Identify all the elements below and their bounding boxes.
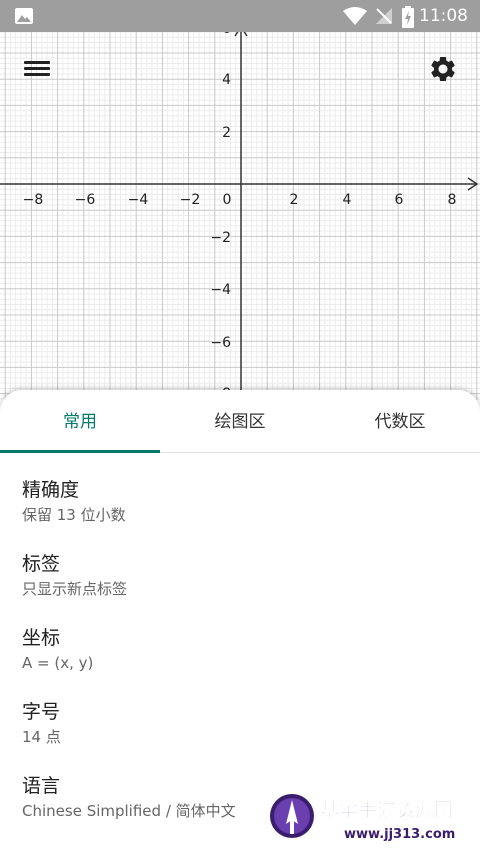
- y-tick-label: 4: [222, 72, 231, 88]
- x-tick-label: −8: [23, 192, 44, 208]
- setting-title: 精确度: [22, 479, 80, 501]
- x-tick-label: 2: [290, 192, 299, 208]
- setting-value: 14 点: [22, 728, 61, 746]
- menu-button[interactable]: [24, 58, 50, 80]
- grid-minor-lines: [0, 0, 480, 400]
- y-tick-label: −2: [210, 230, 231, 246]
- setting-font-size[interactable]: 字号 14 点: [22, 700, 462, 746]
- settings-sheet: 常用 绘图区 代数区 精确度 保留 13 位小数 标签 只显示新点标签 坐标 A…: [0, 390, 480, 854]
- watermark-url: www.jj313.com: [344, 827, 455, 842]
- y-tick-label: −6: [210, 335, 231, 351]
- gear-icon[interactable]: [428, 54, 458, 84]
- image-notification-icon: [15, 8, 33, 24]
- y-tick-label: 2: [222, 125, 231, 141]
- setting-title: 字号: [22, 701, 61, 723]
- x-tick-label: 0: [223, 192, 232, 208]
- axes: [0, 25, 479, 400]
- setting-title: 标签: [22, 553, 61, 575]
- setting-value: A = (x, y): [22, 654, 94, 672]
- status-bar: 11:08: [0, 0, 480, 32]
- setting-labeling[interactable]: 标签 只显示新点标签: [22, 552, 462, 598]
- setting-rounding[interactable]: 精确度 保留 13 位小数: [22, 478, 462, 524]
- tab-algebra[interactable]: 代数区: [320, 390, 480, 452]
- watermark-title: 基伞手游资源网: [319, 798, 453, 821]
- graphing-canvas[interactable]: −8 −6 −4 −2 0 2 4 6 8 6 4 2 −2 −4 −6 −8: [0, 0, 480, 400]
- wifi-icon: [343, 7, 367, 25]
- x-tick-label: −6: [75, 192, 96, 208]
- setting-coordinates[interactable]: 坐标 A = (x, y): [22, 626, 462, 672]
- x-tick-label: 4: [343, 192, 352, 208]
- watermark-logo: 基伞手游资源网 www.jj313.com: [270, 794, 455, 842]
- y-tick-label: −4: [210, 282, 231, 298]
- x-tick-label: −2: [180, 192, 201, 208]
- tab-general[interactable]: 常用: [0, 390, 160, 452]
- no-signal-icon: [376, 8, 392, 24]
- clock: 11:08: [419, 6, 468, 26]
- setting-title: 坐标: [22, 627, 61, 649]
- active-tab-indicator: [0, 450, 160, 453]
- x-tick-label: 6: [395, 192, 404, 208]
- tab-graphics[interactable]: 绘图区: [160, 390, 320, 452]
- menu-icon-bar: [24, 67, 50, 70]
- setting-value: 只显示新点标签: [22, 580, 128, 598]
- setting-value: 保留 13 位小数: [22, 506, 126, 524]
- battery-charging-icon: [402, 6, 414, 28]
- x-tick-label: 8: [448, 192, 457, 208]
- menu-icon-bar: [24, 73, 50, 76]
- menu-icon-bar: [24, 61, 50, 64]
- tab-bar: 常用 绘图区 代数区: [0, 390, 480, 453]
- x-tick-label: −4: [128, 192, 149, 208]
